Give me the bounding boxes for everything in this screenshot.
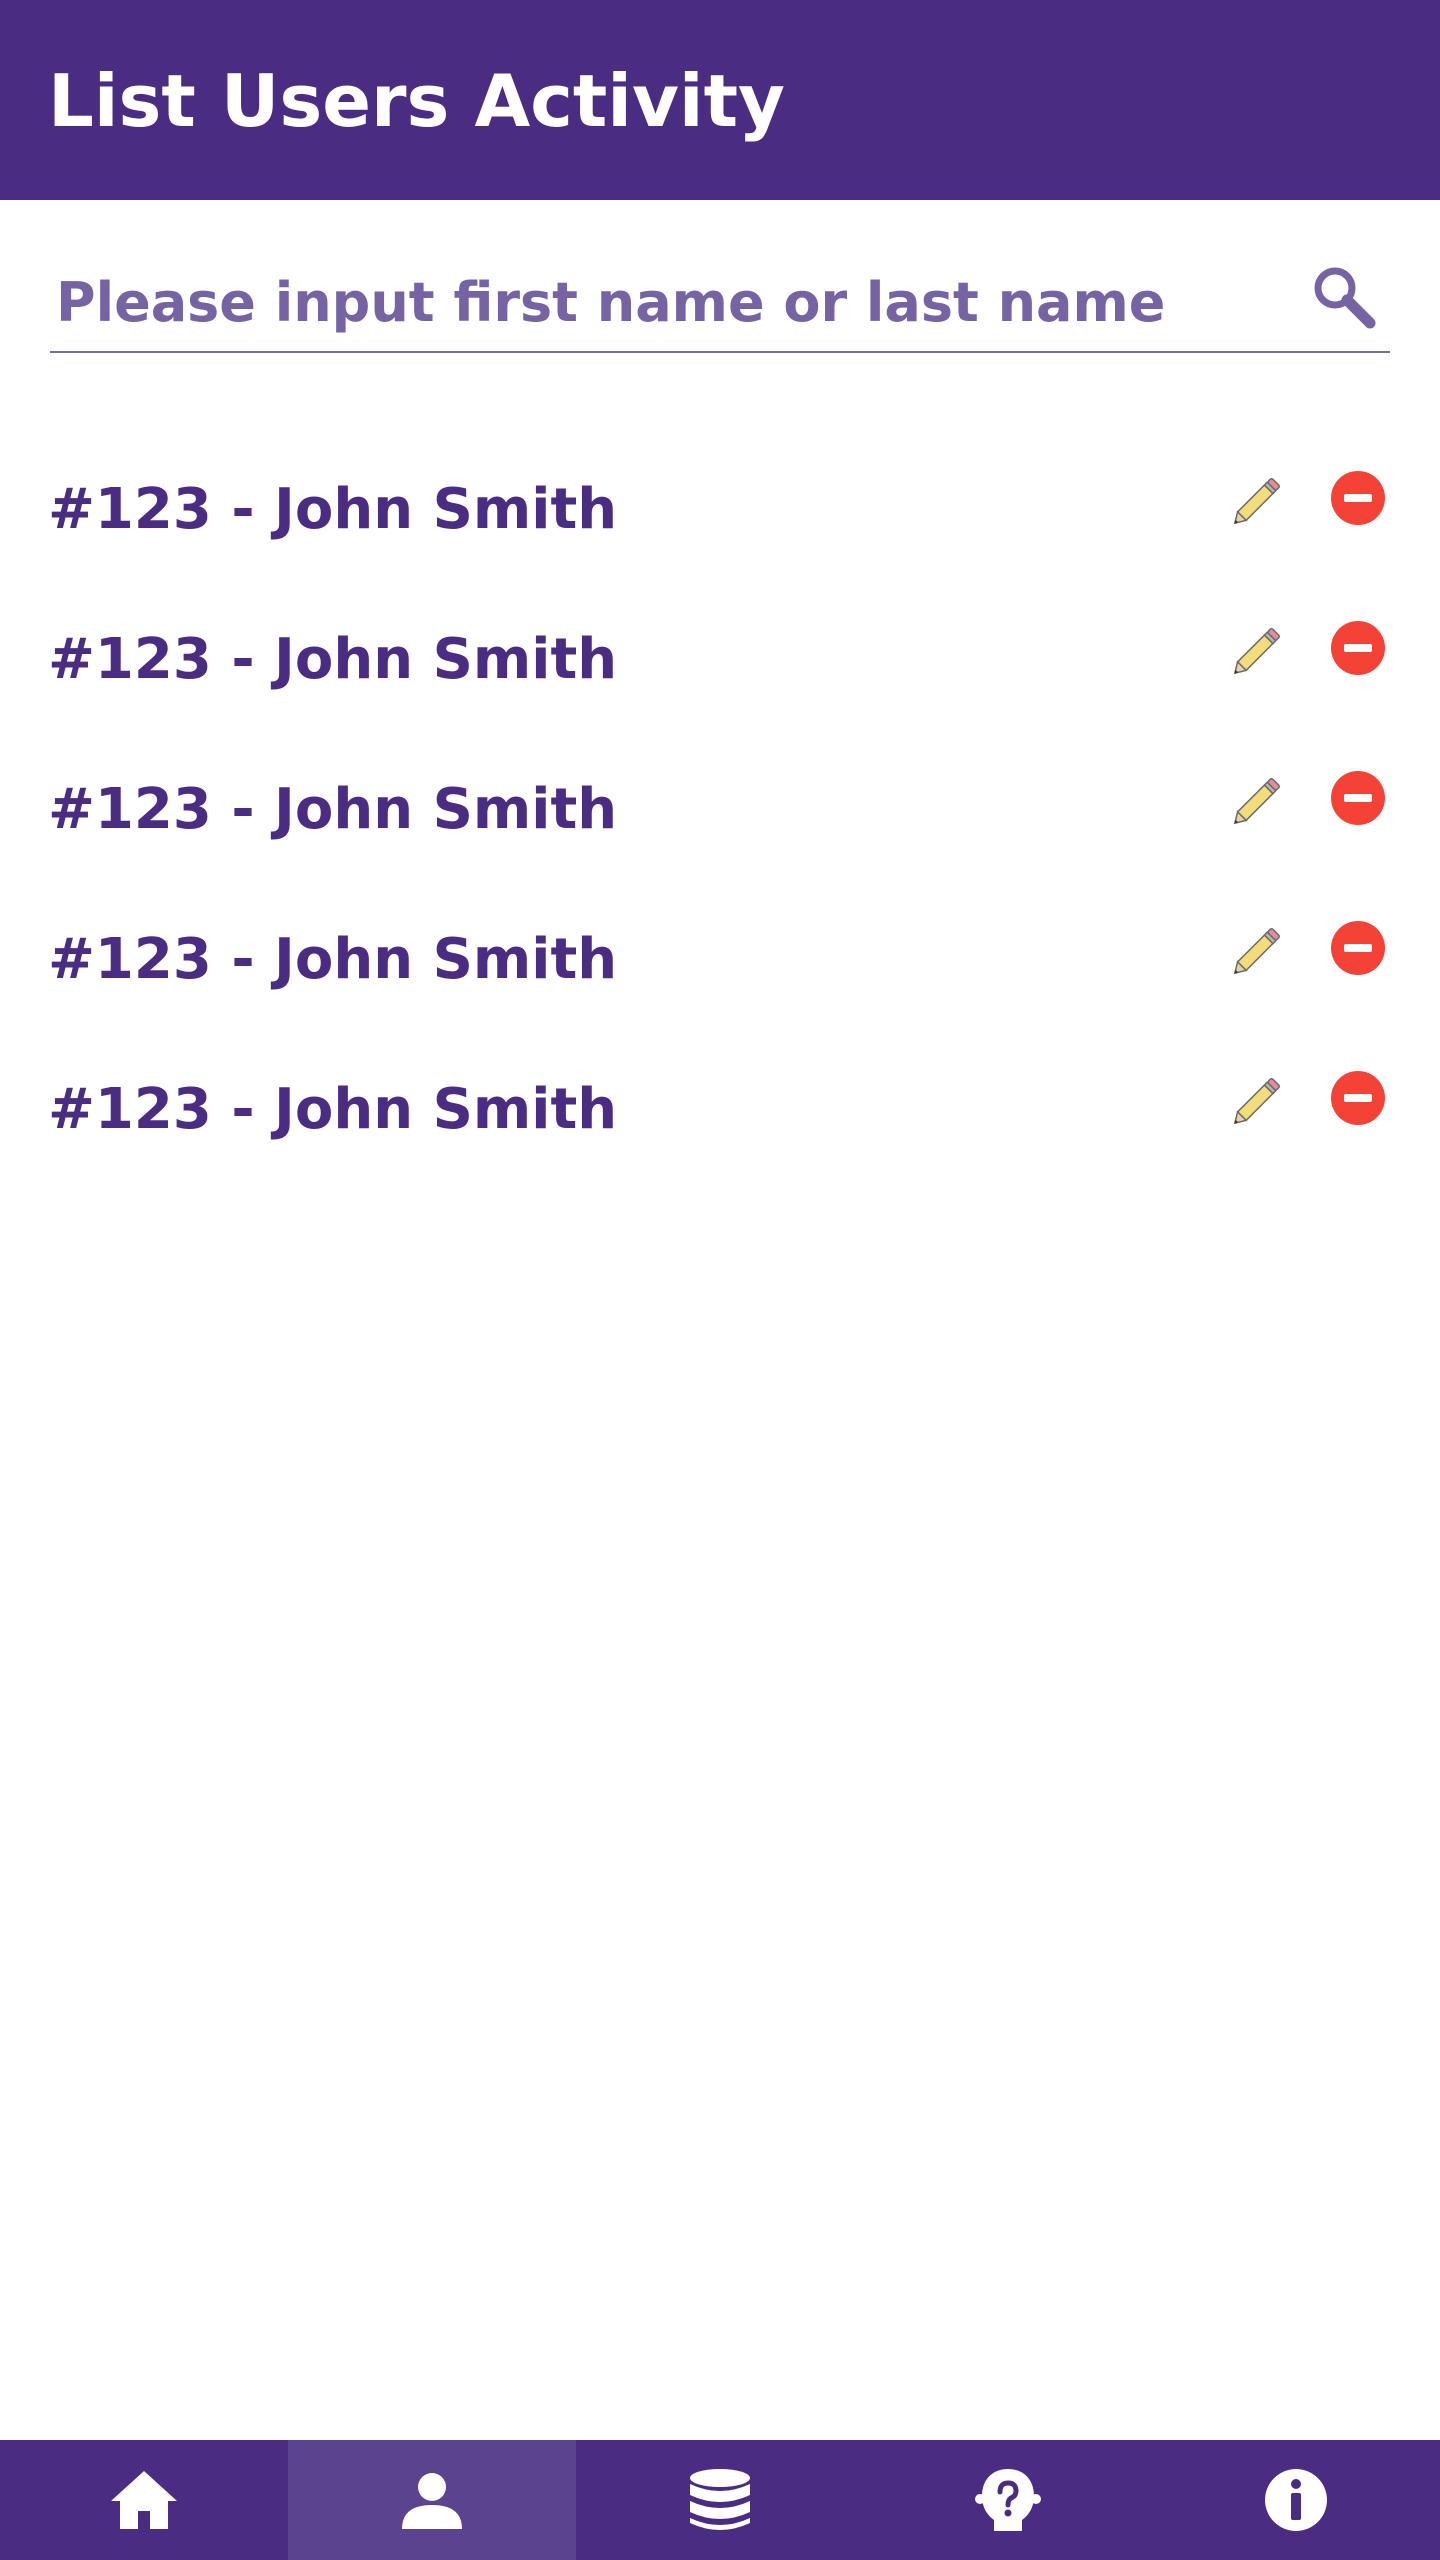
page-title: List Users Activity <box>48 59 785 143</box>
list-item: #123 - John Smith <box>0 890 1440 1040</box>
user-label: #123 - John Smith <box>48 1077 618 1142</box>
remove-icon[interactable] <box>1330 920 1386 976</box>
user-label: #123 - John Smith <box>48 477 618 542</box>
remove-icon[interactable] <box>1330 470 1386 526</box>
remove-icon[interactable] <box>1330 1070 1386 1126</box>
nav-users[interactable] <box>288 2440 576 2560</box>
app-header: List Users Activity <box>0 0 1440 200</box>
user-label: #123 - John Smith <box>48 627 618 692</box>
user-label: #123 - John Smith <box>48 927 618 992</box>
nav-help[interactable] <box>864 2440 1152 2560</box>
home-icon <box>111 2471 177 2529</box>
edit-pencil-icon[interactable] <box>1224 770 1288 834</box>
remove-icon[interactable] <box>1330 620 1386 676</box>
list-item: #123 - John Smith <box>0 740 1440 890</box>
remove-icon[interactable] <box>1330 770 1386 826</box>
search-input[interactable] <box>56 255 1276 349</box>
edit-pencil-icon[interactable] <box>1224 620 1288 684</box>
list-item: #123 - John Smith <box>0 440 1440 590</box>
bottom-nav <box>0 2440 1440 2560</box>
user-label: #123 - John Smith <box>48 777 618 842</box>
list-item: #123 - John Smith <box>0 1040 1440 1190</box>
nav-database[interactable] <box>576 2440 864 2560</box>
help-icon <box>975 2469 1041 2531</box>
edit-pencil-icon[interactable] <box>1224 1070 1288 1134</box>
search-bar <box>50 255 1390 353</box>
edit-pencil-icon[interactable] <box>1224 920 1288 984</box>
search-icon[interactable] <box>1308 261 1380 333</box>
database-icon <box>690 2469 750 2530</box>
nav-home[interactable] <box>0 2440 288 2560</box>
nav-info[interactable] <box>1152 2440 1440 2560</box>
user-icon <box>402 2473 462 2529</box>
info-icon <box>1265 2469 1327 2531</box>
list-item: #123 - John Smith <box>0 590 1440 740</box>
edit-pencil-icon[interactable] <box>1224 470 1288 534</box>
